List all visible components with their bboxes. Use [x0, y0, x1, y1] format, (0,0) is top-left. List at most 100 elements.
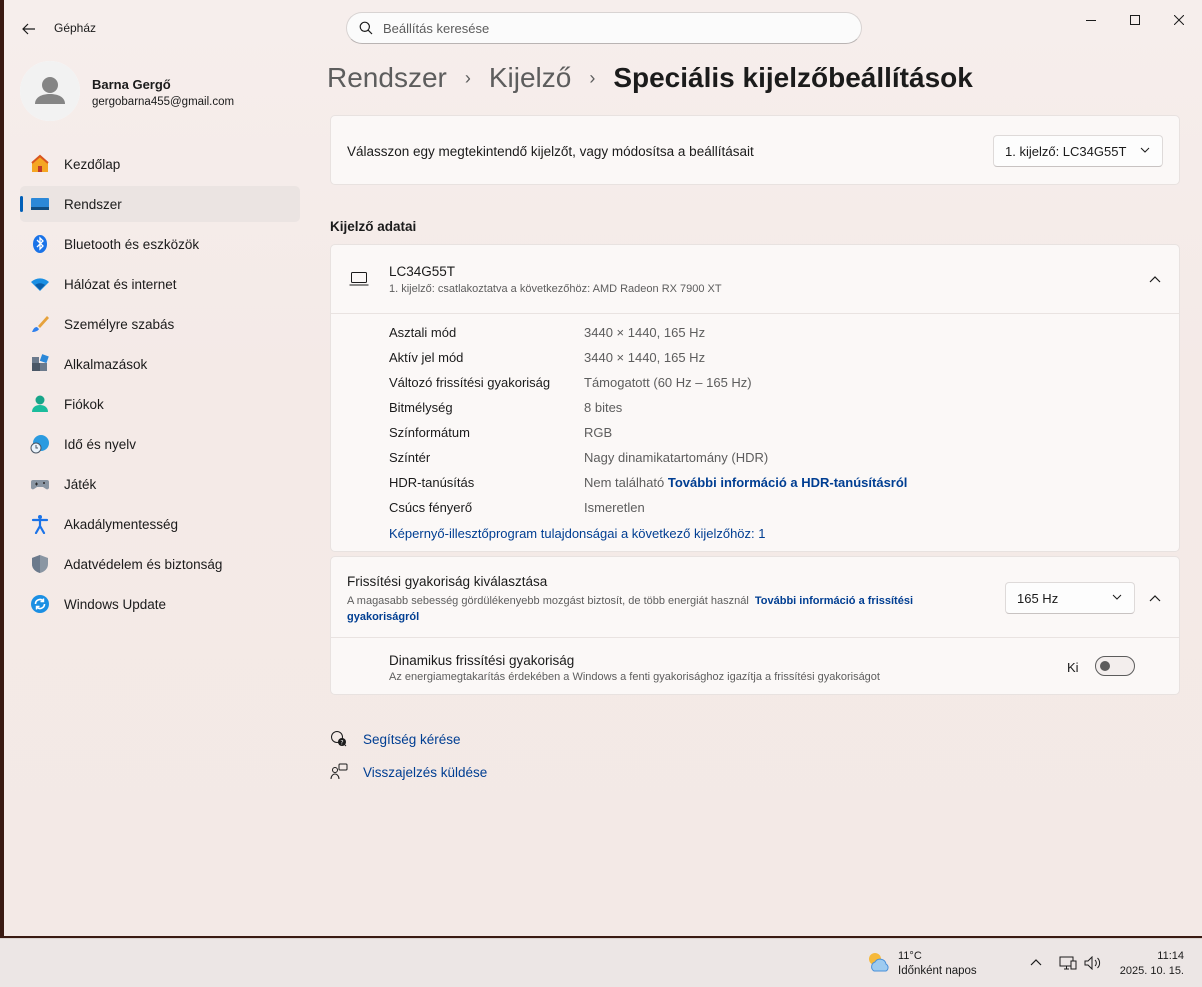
- clock-date[interactable]: 2025. 10. 15.: [1120, 965, 1184, 977]
- adapter-properties-link[interactable]: Képernyő-illesztőprogram tulajdonságai a…: [389, 526, 766, 541]
- taskbar: [0, 938, 1202, 987]
- sidebar-item-home[interactable]: Kezdőlap: [20, 146, 300, 182]
- sidebar-item-bluetooth[interactable]: Bluetooth és eszközök: [20, 226, 300, 262]
- refresh-title: Frissítési gyakoriság kiválasztása: [347, 574, 548, 589]
- sidebar-item-label: Idő és nyelv: [64, 436, 137, 452]
- dynamic-refresh-title: Dinamikus frissítési gyakoriság: [389, 653, 575, 668]
- close-button[interactable]: [1156, 8, 1202, 32]
- detail-label: Színtér: [389, 450, 431, 465]
- refresh-desc-block: A magasabb sebesség gördülékenyebb mozgá…: [347, 593, 977, 625]
- sidebar-item-network[interactable]: Hálózat és internet: [20, 266, 300, 302]
- divider: [331, 313, 1179, 314]
- feedback-icon: [330, 763, 348, 780]
- user-name: Barna Gergő: [92, 77, 171, 92]
- sidebar-item-apps[interactable]: Alkalmazások: [20, 346, 300, 382]
- accessibility-icon: [31, 515, 49, 534]
- detail-label: Bitmélység: [389, 400, 453, 415]
- dynamic-refresh-toggle[interactable]: [1095, 656, 1135, 676]
- detail-label: HDR-tanúsítás: [389, 475, 475, 490]
- display-select-card: Válasszon egy megtekintendő kijelzőt, va…: [330, 115, 1180, 185]
- toggle-knob: [1100, 661, 1110, 671]
- sidebar-item-label: Személyre szabás: [64, 316, 175, 332]
- shield-icon: [32, 555, 48, 573]
- page-title: Speciális kijelzőbeállítások: [613, 62, 973, 93]
- detail-value: Támogatott (60 Hz – 165 Hz): [584, 375, 752, 390]
- laptop-icon: [349, 272, 369, 286]
- wifi-icon: [31, 278, 49, 291]
- breadcrumb-system-link[interactable]: Rendszer: [327, 62, 447, 94]
- search-input[interactable]: [383, 20, 823, 36]
- display-select-label: Válasszon egy megtekintendő kijelzőt, va…: [347, 144, 754, 159]
- sidebar-item-gaming[interactable]: Játék: [20, 466, 300, 502]
- monitor-name: LC34G55T: [389, 264, 456, 279]
- search-box[interactable]: [346, 12, 862, 44]
- sidebar-item-accessibility[interactable]: Akadálymentesség: [20, 506, 300, 542]
- chevron-up-icon[interactable]: [1030, 958, 1042, 966]
- user-email: gergobarna455@gmail.com: [92, 96, 235, 108]
- chevron-up-icon[interactable]: [1149, 275, 1161, 283]
- settings-window: Gépház Barna Gergő gergobarna455@gmail.c…: [4, 0, 1202, 936]
- sidebar-item-label: Akadálymentesség: [64, 516, 179, 532]
- detail-label: Aktív jel mód: [389, 350, 464, 365]
- sidebar-item-label: Bluetooth és eszközök: [64, 236, 200, 252]
- sidebar-item-label: Alkalmazások: [64, 356, 148, 372]
- chevron-up-icon[interactable]: [1149, 594, 1161, 602]
- hdr-status: Nem található: [584, 475, 665, 490]
- globe-clock-icon: [30, 435, 49, 454]
- maximize-button[interactable]: [1112, 8, 1158, 32]
- display-dropdown[interactable]: 1. kijelző: LC34G55T: [993, 135, 1163, 167]
- detail-value: 8 bites: [584, 400, 623, 415]
- system-icon: [31, 198, 49, 210]
- detail-label: Színformátum: [389, 425, 470, 440]
- divider: [331, 637, 1179, 638]
- chevron-right-icon: ›: [464, 67, 471, 88]
- sidebar-item-label: Kezdőlap: [64, 156, 121, 172]
- network-icon[interactable]: [1059, 955, 1077, 971]
- detail-label: Asztali mód: [389, 325, 457, 340]
- user-avatar-icon: [20, 61, 80, 121]
- send-feedback-link[interactable]: Visszajelzés küldése: [363, 765, 487, 780]
- home-icon: [31, 154, 49, 172]
- detail-value: 3440 × 1440, 165 Hz: [584, 325, 706, 340]
- detail-label: Változó frissítési gyakoriság: [389, 375, 551, 390]
- sidebar-item-label: Rendszer: [64, 196, 122, 212]
- sidebar-item-privacy[interactable]: Adatvédelem és biztonság: [20, 546, 300, 582]
- minimize-icon: [1086, 20, 1096, 21]
- sidebar-item-windows-update[interactable]: Windows Update: [20, 586, 300, 622]
- hdr-info-link[interactable]: További információ a HDR-tanúsításról: [668, 475, 908, 490]
- sidebar-item-label: Hálózat és internet: [64, 276, 177, 292]
- get-help-link[interactable]: Segítség kérése: [363, 732, 461, 747]
- detail-value: Ismeretlen: [584, 500, 645, 515]
- breadcrumb-display-link[interactable]: Kijelző: [489, 62, 571, 94]
- back-button[interactable]: [18, 18, 40, 40]
- sidebar-item-label: Adatvédelem és biztonság: [64, 556, 223, 572]
- refresh-rate-dropdown[interactable]: 165 Hz: [1005, 582, 1135, 614]
- chevron-down-icon: [1112, 594, 1122, 600]
- detail-label: Csúcs fényerő: [389, 500, 473, 515]
- detail-value: Nagy dinamikatartomány (HDR): [584, 450, 769, 465]
- arrow-left-icon: [22, 23, 35, 35]
- sidebar-item-time-language[interactable]: Idő és nyelv: [20, 426, 300, 462]
- svg-text:?: ?: [340, 739, 343, 746]
- help-icon: ?: [331, 731, 347, 747]
- minimize-button[interactable]: [1068, 8, 1114, 32]
- sidebar-item-personalization[interactable]: Személyre szabás: [20, 306, 300, 342]
- breadcrumb: Rendszer › Kijelző › Speciális kijelzőbe…: [327, 62, 973, 94]
- weather-temp[interactable]: 11°C: [898, 950, 922, 962]
- sidebar-item-label: Fiókok: [64, 396, 104, 412]
- sidebar-nav: Kezdőlap Rendszer Bluetooth és eszközök …: [20, 146, 300, 626]
- gamepad-icon: [31, 480, 49, 490]
- weather-icon[interactable]: [866, 949, 892, 975]
- sidebar-item-system[interactable]: Rendszer: [20, 186, 300, 222]
- sidebar-item-accounts[interactable]: Fiókok: [20, 386, 300, 422]
- detail-value-hdr: Nem található További információ a HDR-t…: [584, 475, 907, 490]
- app-title: Gépház: [54, 21, 97, 35]
- chevron-down-icon: [1140, 147, 1150, 153]
- sidebar-item-label: Windows Update: [64, 596, 167, 612]
- person-icon: [32, 395, 48, 412]
- avatar[interactable]: [20, 61, 80, 121]
- volume-icon[interactable]: [1084, 956, 1102, 970]
- weather-desc[interactable]: Időnként napos: [898, 965, 977, 977]
- clock-time[interactable]: 11:14: [1157, 950, 1184, 962]
- maximize-icon: [1130, 15, 1140, 25]
